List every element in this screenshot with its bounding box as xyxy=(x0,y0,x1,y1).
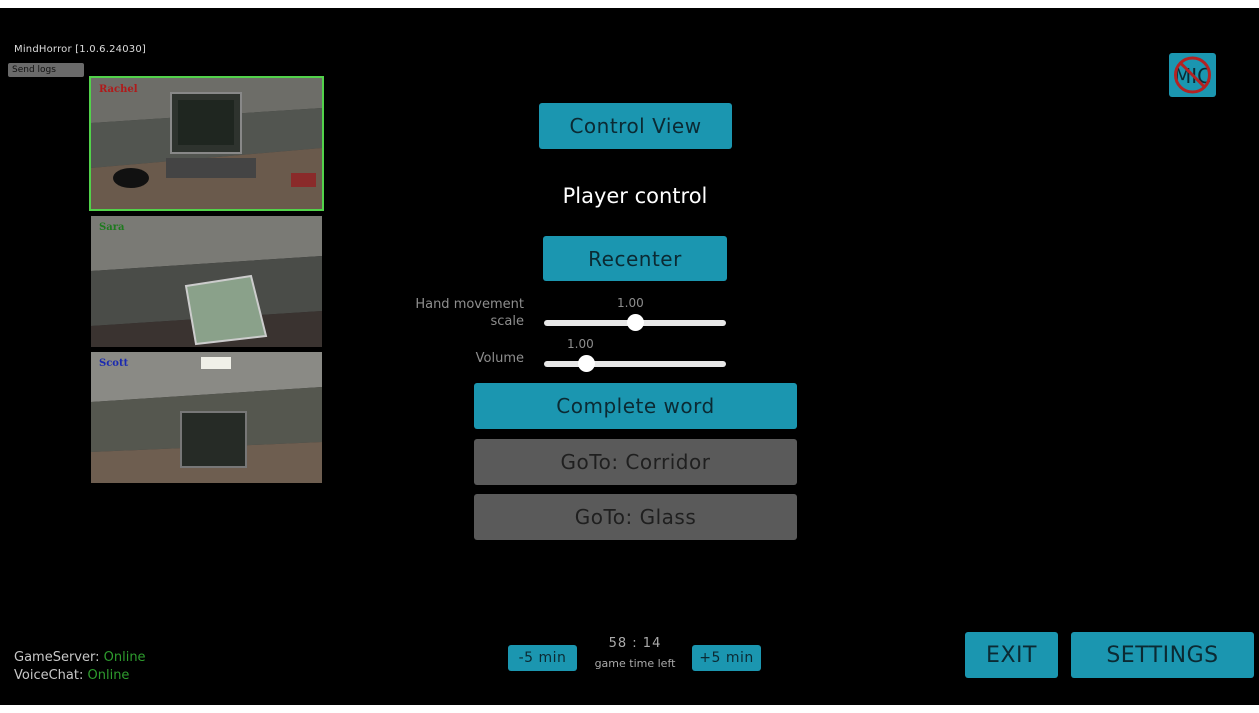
camera-view-image xyxy=(91,216,322,347)
camera-feed-scott[interactable]: Scott xyxy=(91,352,322,483)
time-left-caption: game time left xyxy=(594,657,676,670)
gameserver-online-badge: Online xyxy=(103,650,146,665)
gameserver-status: GameServer: Online xyxy=(14,650,146,665)
hand-movement-value: 1.00 xyxy=(617,296,644,310)
camera-feed-rachel[interactable]: Rachel xyxy=(89,76,324,211)
recenter-button[interactable]: Recenter xyxy=(543,236,727,281)
volume-value: 1.00 xyxy=(567,337,594,351)
volume-label: Volume xyxy=(475,351,524,366)
game-screen: MindHorror [1.0.6.24030] Send logs Rache… xyxy=(0,8,1259,705)
slider-thumb[interactable] xyxy=(627,314,644,331)
voicechat-status: VoiceChat: Online xyxy=(14,668,130,683)
plus-5-min-button[interactable]: +5 min xyxy=(692,645,761,671)
minus-5-min-button[interactable]: -5 min xyxy=(508,645,577,671)
game-timer: 58 : 14 game time left xyxy=(582,636,688,670)
control-view-button[interactable]: Control View xyxy=(539,103,732,149)
camera-view-image xyxy=(91,352,322,483)
hand-movement-slider[interactable] xyxy=(544,314,726,331)
mic-toggle-button[interactable]: MIC xyxy=(1169,53,1216,97)
volume-slider[interactable] xyxy=(544,355,726,372)
slider-thumb[interactable] xyxy=(577,355,595,372)
camera-player-name: Scott xyxy=(99,358,129,369)
version-label: MindHorror [1.0.6.24030] xyxy=(14,44,147,55)
camera-player-name: Sara xyxy=(99,222,125,233)
voicechat-online-badge: Online xyxy=(87,668,130,683)
goto-corridor-button[interactable]: GoTo: Corridor xyxy=(474,439,797,485)
time-left-value: 58 : 14 xyxy=(608,636,662,651)
complete-word-button[interactable]: Complete word xyxy=(474,383,797,429)
mic-muted-icon: MIC xyxy=(1174,56,1211,94)
goto-glass-button[interactable]: GoTo: Glass xyxy=(474,494,797,540)
camera-view-image xyxy=(91,78,322,209)
hand-movement-scale-label: Hand movement scale xyxy=(415,297,524,329)
camera-feed-sara[interactable]: Sara xyxy=(91,216,322,347)
player-control-heading: Player control xyxy=(562,184,708,208)
settings-button[interactable]: SETTINGS xyxy=(1071,632,1254,678)
send-logs-button[interactable]: Send logs xyxy=(8,63,84,77)
exit-button[interactable]: EXIT xyxy=(965,632,1058,678)
camera-player-name: Rachel xyxy=(99,84,138,95)
